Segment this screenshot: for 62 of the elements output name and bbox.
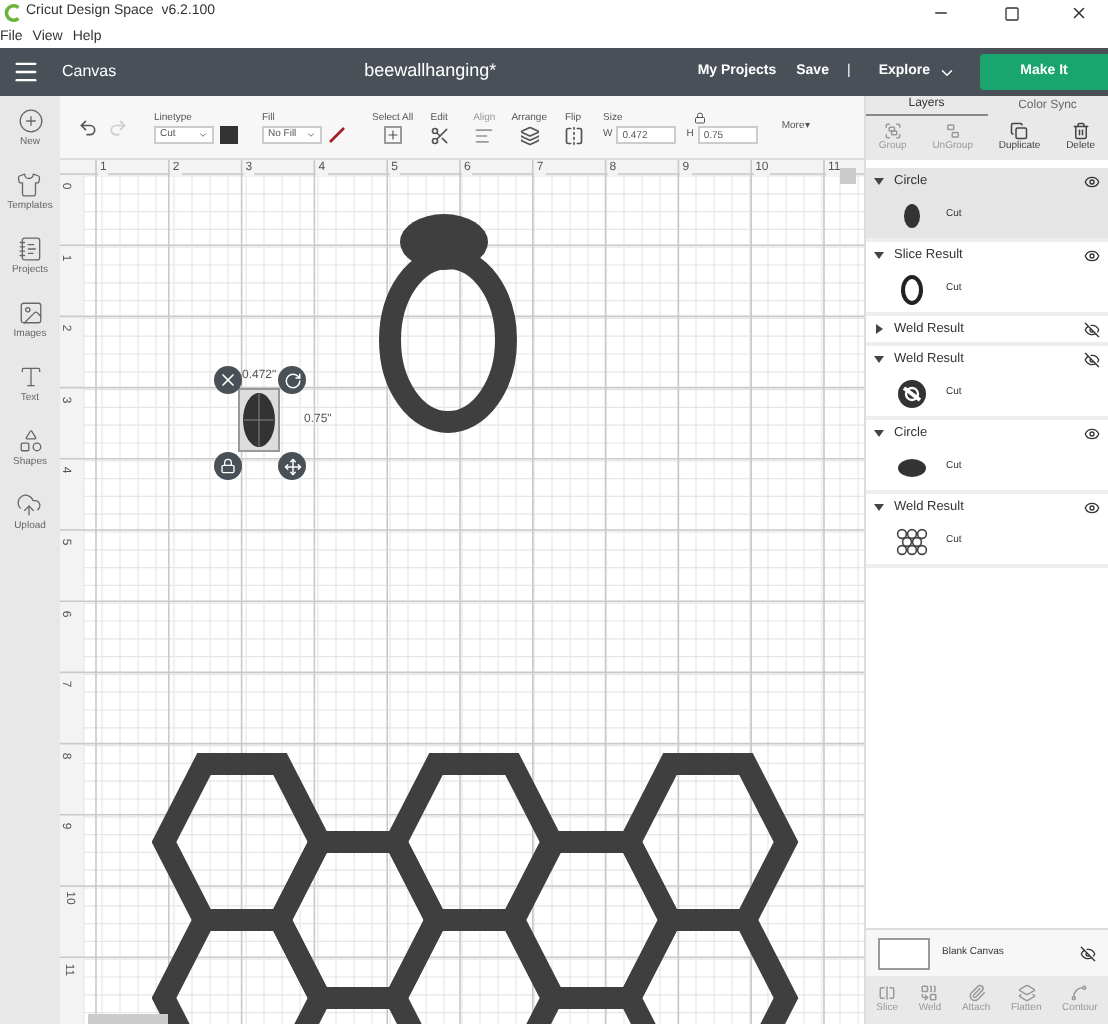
new-icon	[17, 108, 43, 134]
menu-button[interactable]	[12, 58, 40, 86]
expand-icon[interactable]	[874, 250, 884, 260]
close-icon	[1069, 4, 1087, 22]
eye-off-icon[interactable]	[1084, 351, 1100, 367]
ungroup-icon	[943, 122, 962, 140]
rotate-icon	[283, 371, 301, 389]
text-icon	[17, 364, 43, 390]
maximize-icon	[1004, 5, 1020, 21]
templates-icon	[16, 172, 43, 198]
scissors-icon[interactable]	[429, 125, 450, 145]
projects-icon	[17, 236, 43, 262]
flatten-icon	[1017, 984, 1036, 1002]
oval-shape-icon	[242, 392, 276, 448]
move-icon	[283, 457, 301, 475]
expand-icon[interactable]	[874, 502, 884, 512]
menu-icon	[12, 58, 40, 86]
lock-handle[interactable]	[214, 452, 242, 480]
align-icon[interactable]	[474, 125, 495, 145]
circle-slash-thumbnail-icon	[894, 378, 930, 410]
eye-icon[interactable]	[1084, 247, 1100, 263]
weld-icon	[920, 984, 939, 1002]
attach-icon	[967, 984, 986, 1002]
eye-icon[interactable]	[1084, 173, 1100, 189]
undo-icon[interactable]	[78, 117, 98, 137]
eye-off-icon[interactable]	[1080, 945, 1096, 961]
rotate-handle[interactable]	[278, 366, 306, 394]
images-icon	[17, 300, 43, 326]
resize-handle[interactable]	[278, 452, 306, 480]
no-fill-icon[interactable]	[328, 126, 346, 144]
project-title: beewallhanging*	[364, 58, 497, 85]
eye-off-icon[interactable]	[1084, 321, 1100, 337]
lock-icon[interactable]	[694, 112, 707, 124]
eye-icon[interactable]	[1084, 499, 1100, 515]
delete-icon	[1071, 122, 1090, 140]
select-all-icon[interactable]	[383, 126, 402, 144]
selection-frame[interactable]	[238, 388, 280, 452]
caret-icon	[306, 130, 316, 140]
flip-icon[interactable]	[563, 125, 583, 145]
vertical-scrollbar[interactable]	[840, 168, 856, 184]
delete-handle[interactable]	[214, 366, 242, 394]
slice-icon	[878, 984, 897, 1002]
section-title: Canvas	[62, 60, 117, 84]
close-icon	[218, 370, 238, 390]
expand-icon[interactable]	[874, 176, 884, 186]
lock-icon	[220, 458, 236, 474]
expand-icon[interactable]	[874, 354, 884, 364]
caret-icon	[198, 130, 208, 140]
contour-icon	[1070, 984, 1089, 1002]
color-swatch[interactable]	[220, 126, 238, 144]
layers-icon[interactable]	[519, 125, 540, 145]
shapes-icon	[17, 428, 43, 454]
blank-canvas-swatch[interactable]	[878, 937, 930, 969]
eye-icon[interactable]	[1084, 425, 1100, 441]
horizontal-scrollbar[interactable]	[88, 1014, 168, 1024]
app-logo-icon	[4, 4, 22, 22]
expand-icon[interactable]	[874, 428, 884, 438]
expand-icon[interactable]	[874, 324, 884, 334]
group-icon	[883, 122, 902, 140]
honeycomb-thumbnail-icon	[894, 526, 930, 558]
upload-icon	[16, 492, 43, 518]
duplicate-icon	[1010, 122, 1029, 140]
